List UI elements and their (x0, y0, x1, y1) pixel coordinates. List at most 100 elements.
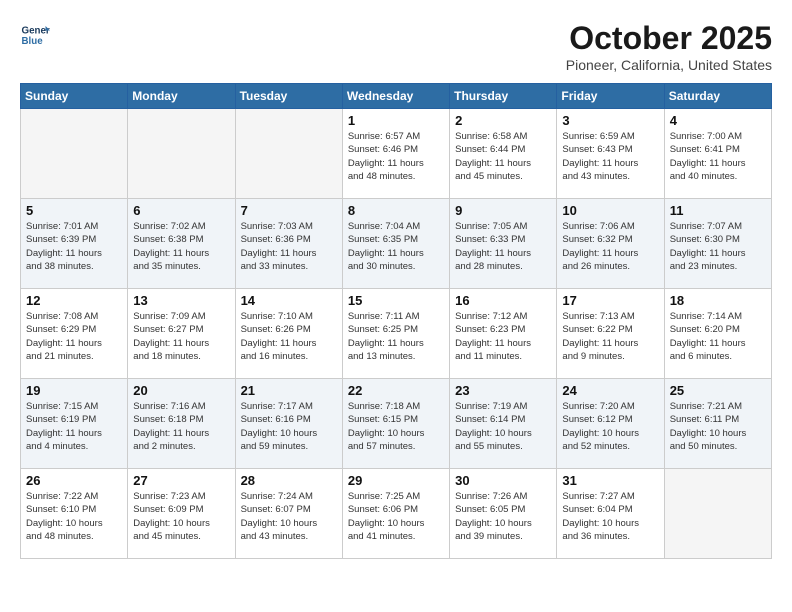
calendar-header-wednesday: Wednesday (342, 84, 449, 109)
logo-icon: General Blue (20, 20, 50, 50)
calendar-day-cell: 2 Sunrise: 6:58 AM Sunset: 6:44 PM Daylig… (450, 109, 557, 199)
day-info: Sunrise: 6:58 AM Sunset: 6:44 PM Dayligh… (455, 130, 551, 183)
calendar-day-cell (128, 109, 235, 199)
svg-text:Blue: Blue (22, 36, 44, 47)
day-info: Sunrise: 7:02 AM Sunset: 6:38 PM Dayligh… (133, 220, 229, 273)
day-number: 31 (562, 473, 658, 488)
calendar-day-cell: 29Sunrise: 7:25 AM Sunset: 6:06 PM Dayli… (342, 469, 449, 559)
day-info: Sunrise: 7:07 AM Sunset: 6:30 PM Dayligh… (670, 220, 766, 273)
calendar-header-saturday: Saturday (664, 84, 771, 109)
calendar-header-sunday: Sunday (21, 84, 128, 109)
day-number: 16 (455, 293, 551, 308)
calendar-day-cell: 27 Sunrise: 7:23 AM Sunset: 6:09 PM Dayli… (128, 469, 235, 559)
day-info: Sunrise: 7:12 AM Sunset: 6:23 PM Dayligh… (455, 310, 551, 363)
day-info: Sunrise: 7:00 AM Sunset: 6:41 PM Dayligh… (670, 130, 766, 183)
day-number: 6 (133, 203, 229, 218)
day-info: Sunrise: 7:25 AM Sunset: 6:06 PM Dayligh… (348, 490, 444, 543)
location-title: Pioneer, California, United States (566, 57, 772, 73)
calendar-day-cell: 18 Sunrise: 7:14 AM Sunset: 6:20 PM Dayli… (664, 289, 771, 379)
calendar-day-cell: 25 Sunrise: 7:21 AM Sunset: 6:11 PM Dayli… (664, 379, 771, 469)
calendar-day-cell: 24 Sunrise: 7:20 AM Sunset: 6:12 PM Dayli… (557, 379, 664, 469)
day-number: 1 (348, 113, 444, 128)
day-number: 24 (562, 383, 658, 398)
calendar-week-row: 12Sunrise: 7:08 AM Sunset: 6:29 PM Dayli… (21, 289, 772, 379)
calendar-day-cell: 28 Sunrise: 7:24 AM Sunset: 6:07 PM Dayli… (235, 469, 342, 559)
calendar-day-cell: 4 Sunrise: 7:00 AM Sunset: 6:41 PM Daylig… (664, 109, 771, 199)
day-info: Sunrise: 7:17 AM Sunset: 6:16 PM Dayligh… (241, 400, 337, 453)
day-number: 17 (562, 293, 658, 308)
calendar-day-cell: 19 Sunrise: 7:15 AM Sunset: 6:19 PM Dayli… (21, 379, 128, 469)
day-number: 4 (670, 113, 766, 128)
calendar-week-row: 26Sunrise: 7:22 AM Sunset: 6:10 PM Dayli… (21, 469, 772, 559)
day-number: 18 (670, 293, 766, 308)
day-number: 19 (26, 383, 122, 398)
day-info: Sunrise: 7:01 AM Sunset: 6:39 PM Dayligh… (26, 220, 122, 273)
calendar-day-cell (21, 109, 128, 199)
day-info: Sunrise: 7:26 AM Sunset: 6:05 PM Dayligh… (455, 490, 551, 543)
calendar-day-cell: 1 Sunrise: 6:57 AM Sunset: 6:46 PM Daylig… (342, 109, 449, 199)
day-info: Sunrise: 7:10 AM Sunset: 6:26 PM Dayligh… (241, 310, 337, 363)
day-info: Sunrise: 7:14 AM Sunset: 6:20 PM Dayligh… (670, 310, 766, 363)
calendar-day-cell: 20Sunrise: 7:16 AM Sunset: 6:18 PM Dayli… (128, 379, 235, 469)
calendar-day-cell: 31 Sunrise: 7:27 AM Sunset: 6:04 PM Dayli… (557, 469, 664, 559)
calendar-day-cell: 12Sunrise: 7:08 AM Sunset: 6:29 PM Dayli… (21, 289, 128, 379)
calendar-day-cell: 3 Sunrise: 6:59 AM Sunset: 6:43 PM Daylig… (557, 109, 664, 199)
day-number: 14 (241, 293, 337, 308)
day-info: Sunrise: 7:09 AM Sunset: 6:27 PM Dayligh… (133, 310, 229, 363)
calendar-header-friday: Friday (557, 84, 664, 109)
calendar-week-row: 1 Sunrise: 6:57 AM Sunset: 6:46 PM Daylig… (21, 109, 772, 199)
day-number: 8 (348, 203, 444, 218)
calendar-day-cell: 7Sunrise: 7:03 AM Sunset: 6:36 PM Daylig… (235, 199, 342, 289)
day-number: 23 (455, 383, 551, 398)
day-info: Sunrise: 7:23 AM Sunset: 6:09 PM Dayligh… (133, 490, 229, 543)
day-info: Sunrise: 7:18 AM Sunset: 6:15 PM Dayligh… (348, 400, 444, 453)
calendar-day-cell: 8 Sunrise: 7:04 AM Sunset: 6:35 PM Daylig… (342, 199, 449, 289)
day-info: Sunrise: 7:15 AM Sunset: 6:19 PM Dayligh… (26, 400, 122, 453)
calendar-week-row: 19 Sunrise: 7:15 AM Sunset: 6:19 PM Dayli… (21, 379, 772, 469)
calendar-day-cell (235, 109, 342, 199)
day-number: 26 (26, 473, 122, 488)
day-info: Sunrise: 7:24 AM Sunset: 6:07 PM Dayligh… (241, 490, 337, 543)
day-info: Sunrise: 7:16 AM Sunset: 6:18 PM Dayligh… (133, 400, 229, 453)
day-info: Sunrise: 7:06 AM Sunset: 6:32 PM Dayligh… (562, 220, 658, 273)
day-number: 2 (455, 113, 551, 128)
calendar-day-cell: 14 Sunrise: 7:10 AM Sunset: 6:26 PM Dayli… (235, 289, 342, 379)
day-info: Sunrise: 7:21 AM Sunset: 6:11 PM Dayligh… (670, 400, 766, 453)
calendar-day-cell: 11Sunrise: 7:07 AM Sunset: 6:30 PM Dayli… (664, 199, 771, 289)
calendar-day-cell: 15Sunrise: 7:11 AM Sunset: 6:25 PM Dayli… (342, 289, 449, 379)
calendar-day-cell: 5 Sunrise: 7:01 AM Sunset: 6:39 PM Daylig… (21, 199, 128, 289)
day-number: 3 (562, 113, 658, 128)
calendar-week-row: 5 Sunrise: 7:01 AM Sunset: 6:39 PM Daylig… (21, 199, 772, 289)
day-info: Sunrise: 6:57 AM Sunset: 6:46 PM Dayligh… (348, 130, 444, 183)
day-number: 28 (241, 473, 337, 488)
logo: General Blue (20, 20, 50, 50)
calendar-day-cell: 30Sunrise: 7:26 AM Sunset: 6:05 PM Dayli… (450, 469, 557, 559)
calendar-day-cell: 21 Sunrise: 7:17 AM Sunset: 6:16 PM Dayli… (235, 379, 342, 469)
day-info: Sunrise: 7:05 AM Sunset: 6:33 PM Dayligh… (455, 220, 551, 273)
calendar-table: SundayMondayTuesdayWednesdayThursdayFrid… (20, 83, 772, 559)
day-info: Sunrise: 7:20 AM Sunset: 6:12 PM Dayligh… (562, 400, 658, 453)
day-info: Sunrise: 7:08 AM Sunset: 6:29 PM Dayligh… (26, 310, 122, 363)
day-number: 27 (133, 473, 229, 488)
day-number: 21 (241, 383, 337, 398)
calendar-day-cell (664, 469, 771, 559)
day-number: 7 (241, 203, 337, 218)
day-info: Sunrise: 7:19 AM Sunset: 6:14 PM Dayligh… (455, 400, 551, 453)
day-number: 10 (562, 203, 658, 218)
day-number: 13 (133, 293, 229, 308)
calendar-day-cell: 13 Sunrise: 7:09 AM Sunset: 6:27 PM Dayli… (128, 289, 235, 379)
calendar-day-cell: 10 Sunrise: 7:06 AM Sunset: 6:32 PM Dayli… (557, 199, 664, 289)
day-info: Sunrise: 7:04 AM Sunset: 6:35 PM Dayligh… (348, 220, 444, 273)
title-section: October 2025 Pioneer, California, United… (566, 20, 772, 73)
calendar-day-cell: 16 Sunrise: 7:12 AM Sunset: 6:23 PM Dayli… (450, 289, 557, 379)
day-number: 9 (455, 203, 551, 218)
page-header: General Blue October 2025 Pioneer, Calif… (20, 20, 772, 73)
day-number: 25 (670, 383, 766, 398)
calendar-day-cell: 23 Sunrise: 7:19 AM Sunset: 6:14 PM Dayli… (450, 379, 557, 469)
day-info: Sunrise: 7:27 AM Sunset: 6:04 PM Dayligh… (562, 490, 658, 543)
day-number: 5 (26, 203, 122, 218)
calendar-day-cell: 6 Sunrise: 7:02 AM Sunset: 6:38 PM Daylig… (128, 199, 235, 289)
day-info: Sunrise: 6:59 AM Sunset: 6:43 PM Dayligh… (562, 130, 658, 183)
calendar-day-cell: 22Sunrise: 7:18 AM Sunset: 6:15 PM Dayli… (342, 379, 449, 469)
day-info: Sunrise: 7:11 AM Sunset: 6:25 PM Dayligh… (348, 310, 444, 363)
